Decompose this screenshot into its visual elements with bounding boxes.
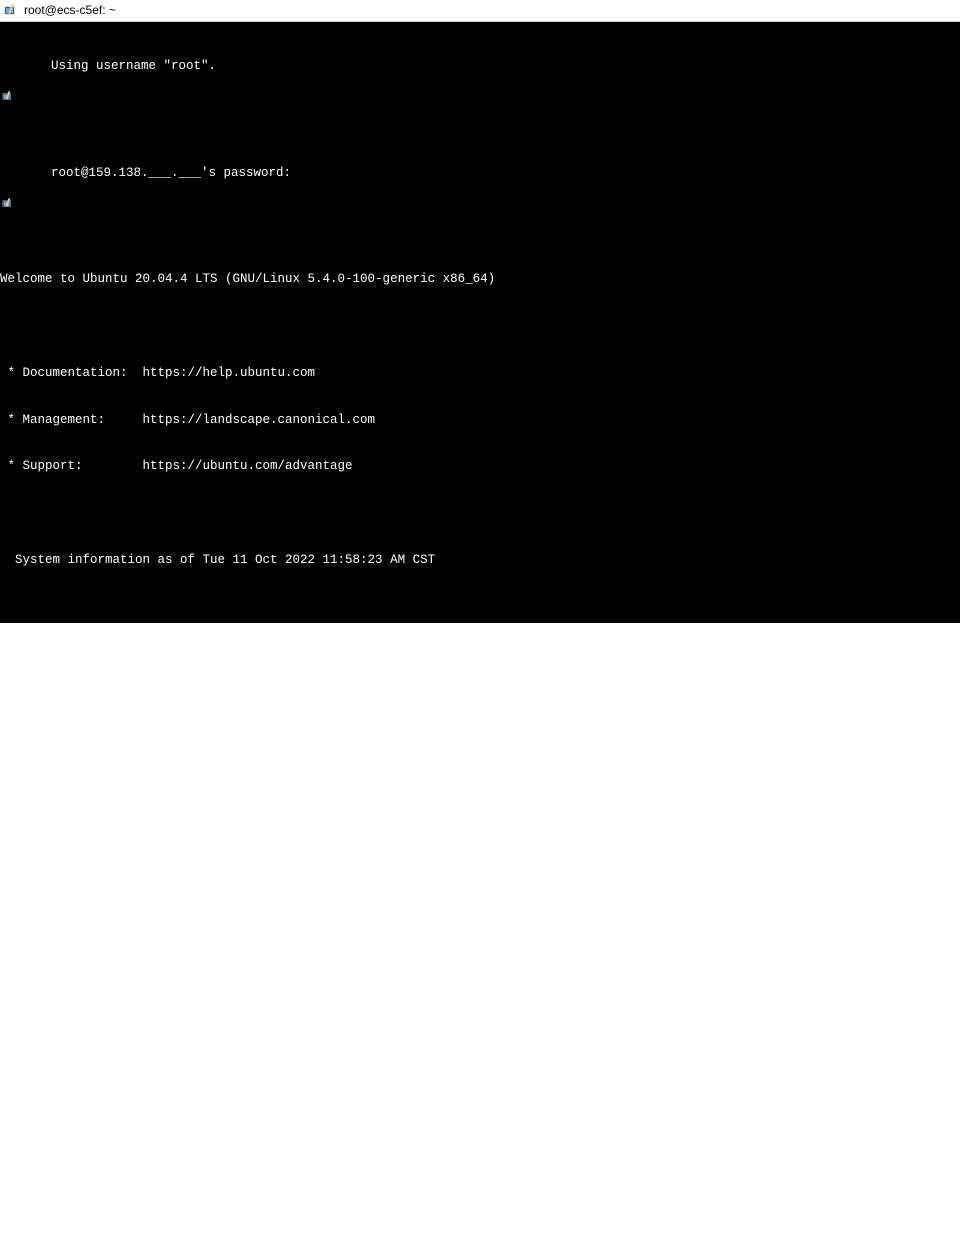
microk8s-line: footprint of MicroK8s to make it the sma… [0, 927, 960, 943]
sysinfo-header: System information as of Tue 11 Oct 2022… [0, 553, 960, 569]
updates-line: 104 of these updates are standard securi… [0, 1161, 960, 1177]
blank-line [0, 319, 960, 335]
motd-welcome: Welcome to Ubuntu 20.04.4 LTS (GNU/Linux… [0, 272, 960, 288]
window-titlebar[interactable]: root@ecs-c5ef: ~ [0, 0, 960, 22]
motd-support-link: * Support: https://ubuntu.com/advantage [0, 459, 960, 475]
window-title: root@ecs-c5ef: ~ [24, 3, 116, 19]
putty-icon [2, 167, 47, 241]
blank-line [0, 974, 960, 990]
putty-icon [4, 4, 18, 18]
blank-line [0, 600, 960, 616]
blank-line [0, 506, 960, 522]
terminal-viewport[interactable]: Using username "root". root@159.138.___.… [0, 22, 960, 623]
sysinfo-row: System load: 0.0 Processes: 107 [0, 647, 960, 663]
updates-line: 160 updates can be applied immediately. [0, 1114, 960, 1130]
updates-line: To see these additional updates run: apt… [0, 1208, 960, 1224]
sysinfo-row: Swap usage: 0% IPv4 address for eth0: 19… [0, 787, 960, 803]
microk8s-url: https://ubuntu.com/blog/microk8s-memory-… [0, 1021, 960, 1037]
login-username-line: Using username "root". [51, 59, 216, 75]
motd-doc-link: * Documentation: https://help.ubuntu.com [0, 366, 960, 382]
putty-icon [2, 60, 47, 134]
login-password-line: root@159.138.___.___'s password: [51, 166, 291, 182]
microk8s-line: * Super-optimized for small spaces - rea… [0, 880, 960, 896]
blank-line [0, 1068, 960, 1084]
motd-mgmt-link: * Management: https://landscape.canonica… [0, 413, 960, 429]
sysinfo-row: Usage of /: 15.5% of 39.12GB Users logge… [0, 693, 960, 709]
blank-line [0, 834, 960, 850]
sysinfo-row: Memory usage: 32% IPv4 address for docke… [0, 740, 960, 756]
